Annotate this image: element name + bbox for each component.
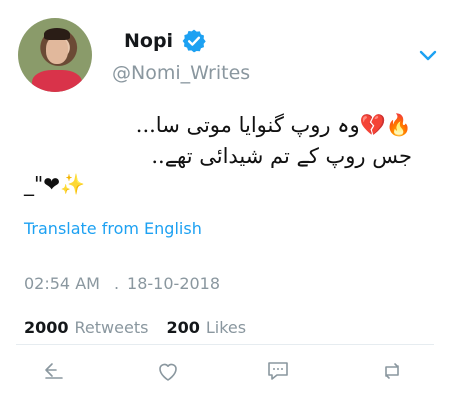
display-name-text: Nopi: [124, 30, 174, 52]
retweet-icon: [385, 363, 399, 379]
avatar[interactable]: [18, 18, 92, 92]
divider: [16, 344, 434, 345]
tweet-line-3: _"❤✨: [24, 172, 85, 196]
likes-label[interactable]: Likes: [206, 318, 246, 337]
tweet-text: 🔥💔وہ روپ گنوایا موتی سا... جس روپ کے تم …: [52, 110, 412, 172]
user-handle[interactable]: @Nomi_Writes: [112, 62, 250, 84]
tweet-time: 02:54 AM: [24, 274, 100, 293]
like-button[interactable]: [156, 360, 184, 384]
reply-button[interactable]: [42, 360, 70, 384]
translate-link[interactable]: Translate from English: [24, 219, 202, 238]
display-name[interactable]: Nopi: [124, 28, 207, 54]
tweet-line-1: 🔥💔وہ روپ گنوایا موتی سا...: [135, 113, 412, 137]
chevron-down-icon[interactable]: [419, 50, 437, 62]
tweet-stats: 2000 Retweets 200 Likes: [24, 318, 258, 337]
reply-icon: [45, 363, 63, 379]
tweet-date: 18-10-2018: [127, 274, 221, 293]
verified-badge-icon: [182, 29, 206, 53]
tweet-line-2: جس روپ کے تم شیدائی تھے..: [151, 144, 412, 168]
comment-icon: [268, 362, 288, 380]
avatar-hair: [44, 28, 70, 40]
retweet-button[interactable]: [380, 360, 408, 384]
retweets-label[interactable]: Retweets: [75, 318, 149, 337]
avatar-face: [46, 36, 68, 64]
heart-icon: [159, 363, 177, 381]
avatar-shirt: [32, 70, 82, 92]
retweets-count[interactable]: 2000: [24, 318, 69, 337]
tweet-timestamp: 02:54 AM. 18-10-2018: [24, 274, 220, 293]
comment-button[interactable]: [266, 360, 294, 384]
likes-count[interactable]: 200: [166, 318, 199, 337]
timestamp-separator: .: [113, 274, 120, 293]
